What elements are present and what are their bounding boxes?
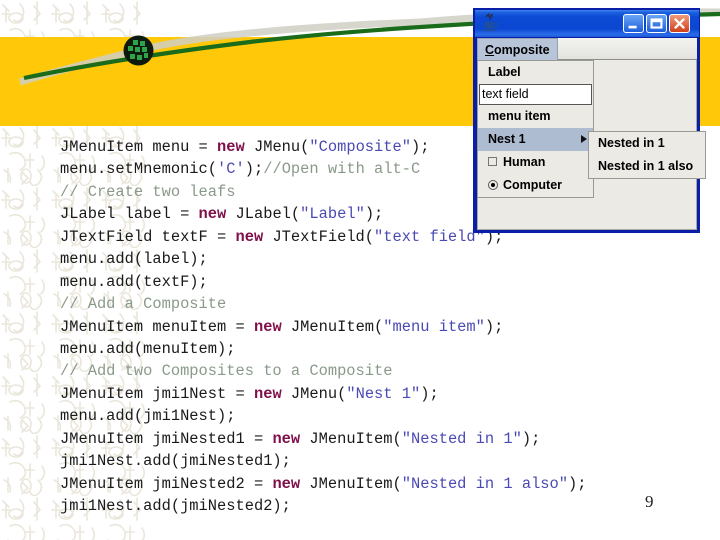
- code-token-plain: menu.add(label);: [60, 250, 208, 269]
- code-token-plain: JMenuItem(: [300, 429, 402, 448]
- code-token-plain: menu.add(menuItem);: [60, 339, 236, 358]
- window-menubar: Composite: [477, 38, 697, 60]
- code-token-plain: JMenuItem jmiNested2 =: [60, 474, 273, 493]
- code-token-kw: new: [253, 384, 282, 403]
- maximize-icon[interactable]: [646, 14, 667, 33]
- code-line: JMenuItem jmiNested1 = new JMenuItem("Ne…: [60, 428, 720, 450]
- code-token-plain: JTextField(: [263, 227, 375, 246]
- code-token-str: "Nested in 1": [401, 429, 522, 448]
- java-swing-window: Composite Label text field menu item Nes…: [473, 8, 706, 233]
- code-line: // Add a Composite: [60, 293, 720, 315]
- code-token-kw: new: [217, 138, 245, 156]
- code-token-plain: jmi1Nest.add(jmiNested1);: [60, 452, 291, 471]
- code-token-plain: );: [244, 160, 264, 179]
- code-token-cmt: // Add two Composites to a Composite: [60, 362, 393, 381]
- menu-item-human[interactable]: Human: [478, 151, 593, 174]
- menu-text-field[interactable]: text field: [479, 84, 592, 105]
- code-token-str: "text field": [374, 227, 485, 246]
- code-line: JMenuItem jmiNested2 = new JMenuItem("Ne…: [60, 473, 720, 495]
- code-token-cmt: // Create two leafs: [60, 182, 236, 201]
- menu-composite-mnemonic: C: [485, 43, 495, 57]
- code-token-str: "menu item": [383, 317, 485, 336]
- code-line: jmi1Nest.add(jmiNested2);: [60, 495, 720, 517]
- code-token-plain: JMenuItem(: [300, 474, 402, 493]
- code-token-plain: );: [411, 138, 430, 156]
- popup-submenu-nest-1: Nested in 1 Nested in 1 also: [588, 131, 706, 179]
- menu-item-human-label: Human: [503, 155, 546, 169]
- code-line: menu.add(menuItem);: [60, 338, 720, 360]
- code-line: JMenuItem menuItem = new JMenuItem("menu…: [60, 316, 720, 338]
- menu-item-nest-1-label: Nest 1: [488, 132, 526, 146]
- code-token-kw: new: [272, 474, 301, 493]
- code-token-kw: new: [235, 227, 264, 246]
- window-titlebar[interactable]: [475, 10, 699, 37]
- code-token-str: "Nest 1": [346, 384, 421, 403]
- code-token-kw: new: [198, 205, 227, 224]
- submenu-arrow-icon: [581, 135, 587, 143]
- code-token-plain: JMenu(: [244, 138, 310, 156]
- slide: JMenuItem menu = new JMenu("Composite");…: [0, 0, 720, 540]
- checkbox-icon[interactable]: [488, 157, 497, 167]
- code-token-plain: );: [484, 317, 504, 336]
- menu-item-nest-1[interactable]: Nest 1: [478, 128, 593, 151]
- code-token-plain: menu.setMnemonic(: [60, 160, 218, 179]
- code-token-plain: menu.add(jmi1Nest);: [60, 407, 236, 426]
- code-line: // Add two Composites to a Composite: [60, 360, 720, 382]
- code-token-plain: JMenuItem(: [281, 317, 384, 336]
- menu-composite[interactable]: Composite: [477, 38, 558, 60]
- submenu-item-nested-in-1-also[interactable]: Nested in 1 also: [589, 155, 705, 178]
- submenu-item-nested-in-1[interactable]: Nested in 1: [589, 132, 705, 155]
- code-line: menu.add(jmi1Nest);: [60, 405, 720, 427]
- code-token-plain: );: [420, 384, 439, 403]
- menu-item-menu-item[interactable]: menu item: [478, 105, 593, 128]
- code-token-str: 'C': [217, 160, 245, 179]
- menu-item-label[interactable]: Label: [478, 61, 593, 84]
- code-line: menu.add(label);: [60, 248, 720, 270]
- code-token-cmt: //Open with alt-C: [263, 160, 421, 179]
- code-token-str: "Nested in 1 also": [401, 474, 569, 493]
- code-token-plain: JMenuItem menu =: [60, 138, 218, 156]
- code-line: jmi1Nest.add(jmiNested1);: [60, 450, 720, 472]
- code-token-kw: new: [253, 317, 282, 336]
- code-token-plain: JMenuItem jmi1Nest =: [60, 384, 254, 403]
- code-token-plain: JMenu(: [281, 384, 347, 403]
- code-token-plain: JLabel(: [226, 205, 301, 224]
- java-coffee-cup-icon: [483, 13, 498, 31]
- code-token-plain: jmi1Nest.add(jmiNested2);: [60, 497, 291, 515]
- minimize-icon[interactable]: [623, 14, 644, 33]
- radio-button-icon[interactable]: [488, 179, 498, 190]
- code-token-plain: JLabel label =: [60, 205, 199, 224]
- code-token-plain: JMenuItem menuItem =: [60, 317, 254, 336]
- code-token-plain: );: [521, 429, 541, 448]
- code-token-kw: new: [272, 429, 301, 448]
- code-token-plain: JTextField textF =: [60, 227, 236, 246]
- code-token-plain: );: [364, 205, 384, 224]
- code-token-str: "Composite": [309, 138, 411, 156]
- code-token-str: "Label": [300, 205, 365, 224]
- code-token-plain: JMenuItem jmiNested1 =: [60, 429, 273, 448]
- popup-menu-composite: Label text field menu item Nest 1 Human …: [477, 60, 594, 198]
- menu-composite-label: omposite: [494, 43, 550, 57]
- code-token-plain: );: [568, 474, 587, 493]
- page-number: 9: [645, 492, 654, 511]
- menu-item-computer-label: Computer: [503, 178, 563, 192]
- code-line: JMenuItem jmi1Nest = new JMenu("Nest 1")…: [60, 383, 720, 405]
- close-icon[interactable]: [669, 14, 690, 33]
- menu-item-computer[interactable]: Computer: [478, 174, 593, 197]
- code-line: menu.add(textF);: [60, 271, 720, 293]
- code-token-cmt: // Add a Composite: [60, 295, 227, 314]
- code-token-plain: menu.add(textF);: [60, 272, 208, 291]
